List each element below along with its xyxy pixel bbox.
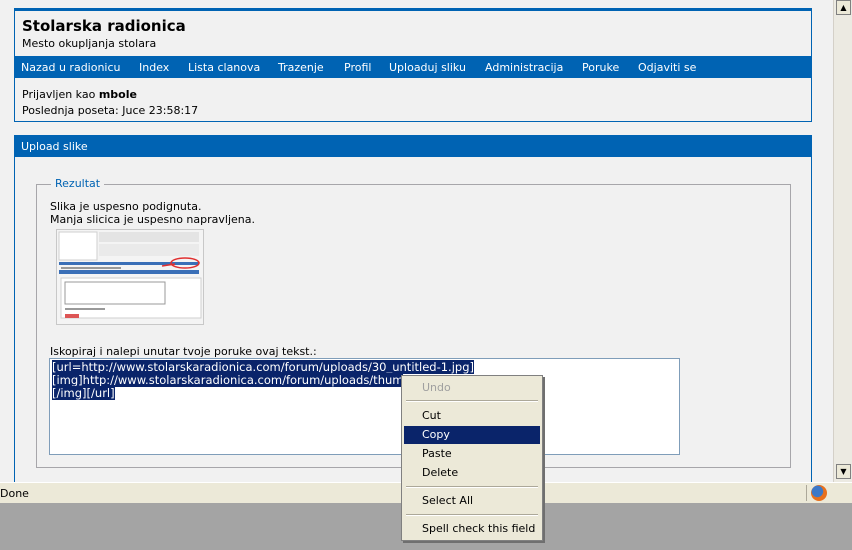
menu-item-cut[interactable]: Cut bbox=[404, 407, 540, 425]
menu-separator bbox=[406, 486, 538, 488]
status-text: Done bbox=[0, 487, 29, 500]
nav-link-index[interactable]: Index bbox=[139, 61, 169, 74]
menu-item-delete[interactable]: Delete bbox=[404, 464, 540, 482]
login-prefix: Prijavljen kao bbox=[22, 88, 96, 101]
bbcode-line-1: [url=http://www.stolarskaradionica.com/f… bbox=[52, 360, 474, 374]
upload-title-bar: Upload slike bbox=[15, 136, 811, 157]
uploaded-image-thumbnail[interactable] bbox=[56, 229, 204, 325]
menu-separator bbox=[406, 400, 538, 402]
login-status: Prijavljen kao mbole bbox=[22, 88, 137, 101]
header-panel: Stolarska radionica Mesto okupljanja sto… bbox=[14, 8, 812, 122]
thumbnail-image bbox=[57, 230, 203, 324]
nav-link-upload[interactable]: Uploaduj sliku bbox=[389, 61, 466, 74]
nav-link-trazenje[interactable]: Trazenje bbox=[278, 61, 324, 74]
upload-success-message: Slika je uspesno podignuta. bbox=[50, 200, 202, 213]
scroll-up-icon[interactable]: ▲ bbox=[836, 0, 851, 15]
status-divider bbox=[806, 485, 807, 501]
firefox-icon[interactable] bbox=[811, 485, 827, 501]
context-menu: Undo Cut Copy Paste Delete Select All Sp… bbox=[401, 375, 543, 541]
site-subtitle: Mesto okupljanja stolara bbox=[22, 37, 157, 50]
menu-item-copy[interactable]: Copy bbox=[404, 426, 540, 444]
nav-link-lista-clanova[interactable]: Lista clanova bbox=[188, 61, 260, 74]
username: mbole bbox=[98, 88, 137, 101]
copy-instruction: Iskopiraj i nalepi unutar tvoje poruke o… bbox=[50, 345, 317, 358]
nav-link-administracija[interactable]: Administracija bbox=[485, 61, 563, 74]
bbcode-textarea[interactable]: [url=http://www.stolarskaradionica.com/f… bbox=[49, 358, 680, 455]
nav-link-nazad[interactable]: Nazad u radionicu bbox=[21, 61, 121, 74]
site-title[interactable]: Stolarska radionica bbox=[22, 17, 186, 35]
upload-title: Upload slike bbox=[21, 140, 88, 153]
last-visit: Poslednja poseta: Juce 23:58:17 bbox=[22, 104, 199, 117]
menu-item-select-all[interactable]: Select All bbox=[404, 492, 540, 510]
nav-link-profil[interactable]: Profil bbox=[344, 61, 371, 74]
nav-bar: Nazad u radionicu Index Lista clanova Tr… bbox=[15, 56, 811, 78]
menu-item-paste[interactable]: Paste bbox=[404, 445, 540, 463]
menu-item-undo: Undo bbox=[422, 381, 451, 394]
bbcode-line-2: [img]http://www.stolarskaradionica.com/f… bbox=[52, 373, 404, 387]
scroll-down-icon[interactable]: ▼ bbox=[836, 464, 851, 479]
result-legend: Rezultat bbox=[51, 177, 105, 190]
vertical-scrollbar[interactable]: ▲ ▼ bbox=[833, 0, 852, 482]
thumbnail-success-message: Manja slicica je uspesno napravljena. bbox=[50, 213, 255, 226]
menu-item-spell-check[interactable]: Spell check this field bbox=[404, 520, 540, 538]
bbcode-line-3: [/img][/url] bbox=[52, 386, 115, 400]
menu-separator bbox=[406, 514, 538, 516]
nav-link-poruke[interactable]: Poruke bbox=[582, 61, 619, 74]
nav-link-odjaviti[interactable]: Odjaviti se bbox=[638, 61, 696, 74]
